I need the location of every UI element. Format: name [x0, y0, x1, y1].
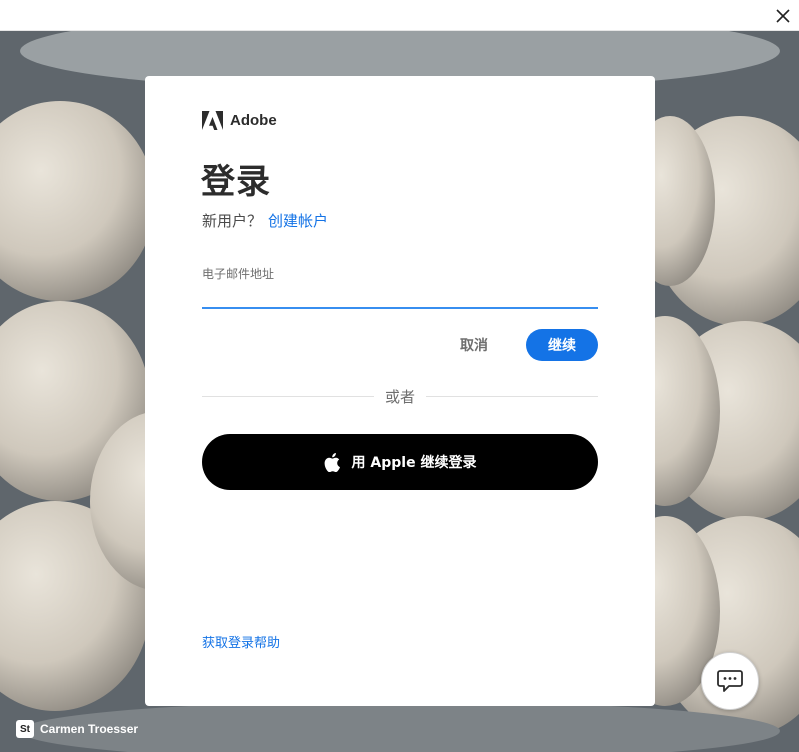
close-icon[interactable] — [773, 6, 793, 26]
brand-name: Adobe — [230, 112, 277, 129]
sign-in-card: Adobe 登录 新用户？ 创建帐户 电子邮件地址 取消 继续 或者 用 Appl… — [145, 76, 655, 706]
divider-text: 或者 — [384, 388, 415, 406]
new-user-row: 新用户？ 创建帐户 — [202, 210, 328, 231]
continue-button[interactable]: 继续 — [526, 329, 598, 361]
apple-icon — [324, 452, 340, 472]
window-titlebar — [0, 0, 799, 31]
adobe-stock-logo: St — [16, 720, 34, 738]
cancel-button[interactable]: 取消 — [450, 330, 498, 360]
chat-button[interactable] — [701, 652, 759, 710]
adobe-logo-icon — [202, 111, 223, 130]
sign-in-help-link[interactable]: 获取登录帮助 — [202, 632, 280, 651]
photo-credit: St Carmen Troesser — [16, 720, 138, 738]
divider-line-left — [202, 396, 374, 397]
divider-line-right — [426, 396, 598, 397]
apple-sign-in-button[interactable]: 用 Apple 继续登录 — [202, 434, 598, 490]
apple-sign-in-label: 用 Apple 继续登录 — [351, 455, 477, 471]
new-user-prompt: 新用户？ — [202, 212, 263, 230]
brand: Adobe — [202, 111, 277, 130]
page-title: 登录 — [201, 162, 271, 202]
chat-icon — [717, 670, 743, 692]
credit-name: Carmen Troesser — [40, 722, 139, 736]
email-label: 电子邮件地址 — [202, 267, 275, 281]
email-input[interactable] — [202, 284, 598, 309]
create-account-link[interactable]: 创建帐户 — [268, 212, 328, 230]
